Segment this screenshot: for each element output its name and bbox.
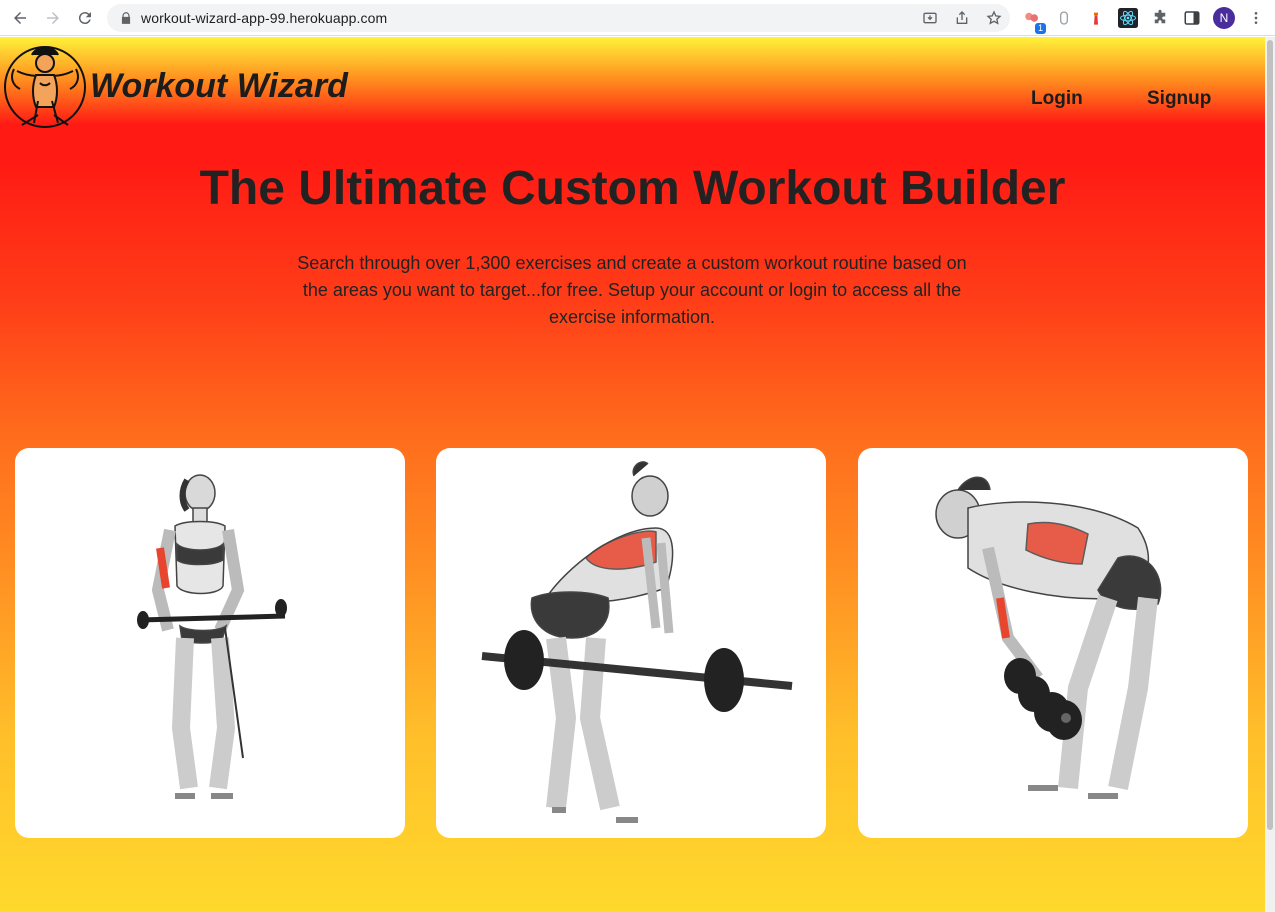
address-bar[interactable]: workout-wizard-app-99.herokuapp.com: [107, 4, 1010, 32]
install-icon[interactable]: [920, 8, 940, 28]
mouse-extension-icon[interactable]: [1052, 6, 1076, 30]
puzzle-extensions-icon[interactable]: [1148, 6, 1172, 30]
signup-link[interactable]: Signup: [1147, 88, 1211, 110]
url-text: workout-wizard-app-99.herokuapp.com: [141, 10, 388, 26]
exercise-card[interactable]: [15, 448, 405, 838]
brand-name[interactable]: Workout Wizard: [90, 67, 348, 106]
extension-badge: 1: [1034, 23, 1046, 34]
back-icon[interactable]: [4, 2, 36, 34]
login-link[interactable]: Login: [1031, 88, 1083, 110]
logo-icon[interactable]: [2, 41, 88, 129]
hero-title: The Ultimate Custom Workout Builder: [199, 162, 1066, 215]
side-panel-icon[interactable]: [1180, 6, 1204, 30]
kebab-menu-icon[interactable]: [1244, 6, 1268, 30]
cable-curl-illustration: [137, 474, 287, 799]
extension-icon[interactable]: 1: [1020, 6, 1046, 34]
page-body: Workout Wizard Login Signup The Ultimate…: [0, 37, 1265, 912]
exercise-card[interactable]: [858, 448, 1248, 838]
share-icon[interactable]: [952, 8, 972, 28]
hero-subtitle: Search through over 1,300 exercises and …: [297, 253, 967, 327]
forward-icon[interactable]: [37, 2, 69, 34]
scrollbar-thumb[interactable]: [1267, 40, 1273, 830]
barbell-row-illustration: [481, 461, 793, 823]
reload-icon[interactable]: [69, 2, 101, 34]
vertical-scrollbar[interactable]: [1265, 37, 1275, 912]
browser-toolbar: workout-wizard-app-99.herokuapp.com 1 N: [0, 0, 1275, 36]
react-devtools-icon[interactable]: [1116, 6, 1140, 30]
exercise-card[interactable]: [436, 448, 826, 838]
lighthouse-icon[interactable]: [1084, 6, 1108, 30]
profile-avatar[interactable]: N: [1212, 6, 1236, 30]
lock-icon: [121, 12, 131, 24]
dumbbell-row-illustration: [935, 476, 1162, 799]
bookmark-star-icon[interactable]: [984, 8, 1004, 28]
